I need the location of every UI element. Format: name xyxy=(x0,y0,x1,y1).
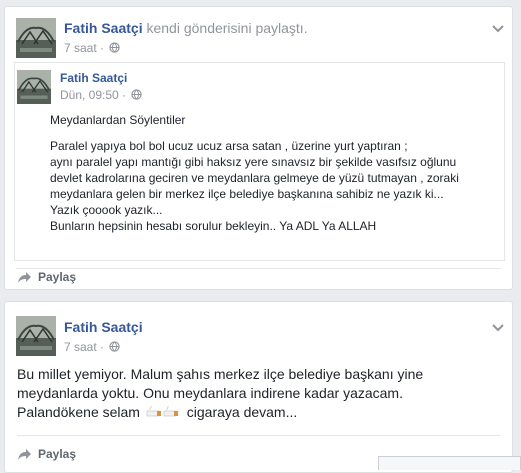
globe-icon[interactable] xyxy=(131,89,143,103)
post-body-line: Yazık çooook yazık... xyxy=(50,203,163,217)
share-arrow-icon xyxy=(18,449,31,460)
divider xyxy=(17,435,500,436)
shared-post-card: Fatih Saatçi kendi gönderisini paylaştı.… xyxy=(4,6,513,290)
post-body-line: Bu millet yemiyor. Malum şahıs merkez il… xyxy=(17,366,424,382)
post-body-line: meydanlarda yoktu. Onu meydanlara indire… xyxy=(17,385,403,401)
post-title-line: Meydanlardan Söylentiler xyxy=(50,113,186,127)
share-action-text: kendi gönderisini paylaştı. xyxy=(146,20,308,36)
original-author-name-link[interactable]: Fatih Saatçi xyxy=(60,71,127,85)
share-arrow-icon xyxy=(18,272,31,283)
timestamp-link[interactable]: 7 saat xyxy=(64,41,97,55)
original-timestamp-link[interactable]: Dün, 09:50 xyxy=(60,88,119,102)
original-post-body: Meydanlardan Söylentiler Paralel yapıya … xyxy=(50,112,500,234)
post-meta: 7 saat · xyxy=(64,41,121,56)
post-body-line: Bunların hepsinin hesabı sorulur bekleyi… xyxy=(50,219,377,233)
post-body-line: devlet kadrolarına geciren ve meydanlara… xyxy=(50,171,459,185)
post-body-text: cigaraya devam... xyxy=(186,404,298,420)
cigarette-emoji-icon xyxy=(146,405,180,424)
author-name-link[interactable]: Fatih Saatçi xyxy=(64,319,143,335)
author-avatar[interactable] xyxy=(16,316,56,356)
author-name-link[interactable]: Fatih Saatçi xyxy=(64,20,143,36)
share-label: Paylaş xyxy=(38,270,77,284)
chevron-down-icon[interactable] xyxy=(491,21,505,33)
divider xyxy=(16,268,501,269)
post-body-text: Palandökene selam xyxy=(17,404,140,420)
status-post-card: Fatih Saatçi 7 saat · Bu millet yemiyor.… xyxy=(4,301,513,473)
author-avatar[interactable] xyxy=(16,18,56,58)
chevron-down-icon[interactable] xyxy=(491,320,505,332)
post-body-line: Paralel yapıya bol bol ucuz ucuz arsa sa… xyxy=(50,139,408,153)
globe-icon[interactable] xyxy=(109,42,121,56)
share-label: Paylaş xyxy=(38,447,77,461)
timestamp-link[interactable]: 7 saat xyxy=(64,340,97,354)
post-meta: 7 saat · xyxy=(64,340,121,355)
post-body-line: Palandökene selam cigaraya devam... xyxy=(17,403,487,424)
post-body-line: meydanlara gelen bir merkez ilçe belediy… xyxy=(50,187,444,201)
post-body: Bu millet yemiyor. Malum şahıs merkez il… xyxy=(17,365,487,424)
globe-icon[interactable] xyxy=(109,341,121,355)
original-post-meta: Dün, 09:50 · xyxy=(60,88,143,103)
post-header: Fatih Saatçi kendi gönderisini paylaştı. xyxy=(64,20,308,36)
share-button[interactable]: Paylaş xyxy=(17,447,76,461)
post-body-line: aynı paralel yapı mantığı gibi haksız ye… xyxy=(50,155,457,169)
original-author-avatar[interactable] xyxy=(17,70,51,104)
share-button[interactable]: Paylaş xyxy=(17,270,76,284)
